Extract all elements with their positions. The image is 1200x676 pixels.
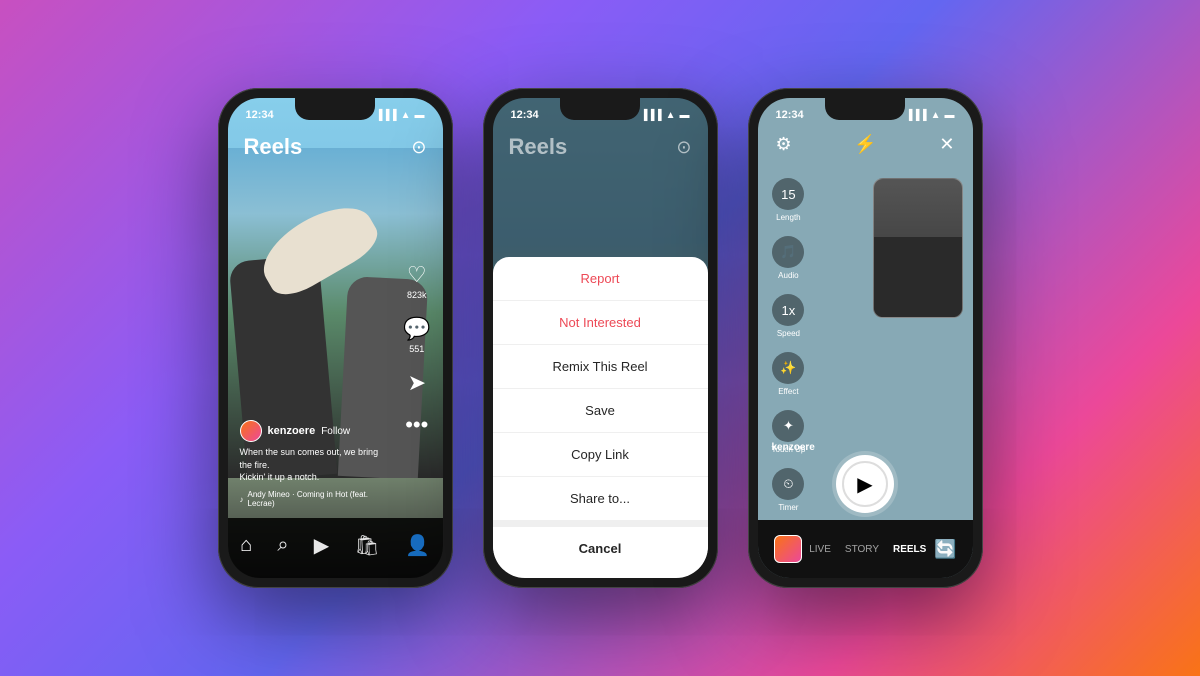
- status-time-1: 12:34: [246, 109, 274, 121]
- like-action[interactable]: ♡ 823k: [407, 262, 427, 300]
- comment-action[interactable]: 💬 551: [403, 316, 430, 354]
- follow-button[interactable]: Follow: [321, 426, 350, 437]
- flash-icon[interactable]: ⚡: [854, 134, 876, 155]
- preview-thumbnail: [873, 178, 963, 318]
- audio-control[interactable]: 🎵 Audio: [772, 236, 806, 280]
- phone-3-camera: 12:34 ▐▐▐ ▲ ▬ ⚙ ⚡ ✕ 15 Length 🎵 Audio: [748, 88, 983, 588]
- caption: When the sun comes out, we bring the fir…: [240, 446, 383, 484]
- reels-header-1: Reels ⊙: [228, 126, 443, 168]
- bottom-sheet: Report Not Interested Remix This Reel Sa…: [493, 257, 708, 578]
- sheet-copy-link[interactable]: Copy Link: [493, 433, 708, 477]
- speed-control[interactable]: 1x Speed: [772, 294, 806, 338]
- sheet-report[interactable]: Report: [493, 257, 708, 301]
- sheet-save[interactable]: Save: [493, 389, 708, 433]
- reels-header-2: Reels ⊙: [493, 126, 708, 168]
- length-circle: 15: [772, 178, 804, 210]
- nav-search-icon[interactable]: ⌕: [277, 534, 288, 557]
- audio-circle: 🎵: [772, 236, 804, 268]
- mode-reels[interactable]: REELS: [893, 544, 926, 555]
- shutter-inner: ▶: [842, 461, 888, 507]
- camera-header-3: ⚙ ⚡ ✕: [758, 126, 973, 163]
- camera-icon-2[interactable]: ⊙: [676, 137, 691, 158]
- music-note-icon: ♪: [240, 495, 244, 504]
- close-icon[interactable]: ✕: [939, 134, 954, 155]
- touchup-circle: ✦: [772, 410, 804, 442]
- length-control[interactable]: 15 Length: [772, 178, 806, 222]
- music-row: ♪ Andy Mineo · Coming in Hot (feat. Lecr…: [240, 490, 383, 508]
- username-1[interactable]: kenzoere: [268, 425, 316, 437]
- phone-1-reels-feed: 12:34 ▐▐▐ ▲ ▬ Reels ⊙ ♡ 823k 💬 551 ➤: [218, 88, 453, 588]
- phone-2-bottom-sheet: 12:34 ▐▐▐ ▲ ▬ Reels ⊙ Report Not Interes…: [483, 88, 718, 588]
- audio-label: Audio: [778, 271, 798, 280]
- heart-icon: ♡: [407, 262, 427, 288]
- nav-home-icon[interactable]: ⌂: [240, 534, 252, 557]
- nav-reels-icon[interactable]: ▶: [314, 533, 329, 558]
- status-time-3: 12:34: [776, 109, 804, 121]
- comment-count: 551: [409, 344, 424, 354]
- right-actions: ♡ 823k 💬 551 ➤ •••: [403, 262, 430, 438]
- more-action[interactable]: •••: [405, 412, 428, 438]
- status-icons-3: ▐▐▐ ▲ ▬: [905, 110, 954, 121]
- effect-circle: ✨: [772, 352, 804, 384]
- status-icons-1: ▐▐▐ ▲ ▬: [375, 110, 424, 121]
- mode-live[interactable]: LIVE: [809, 544, 831, 555]
- user-row: kenzoere Follow: [240, 420, 383, 442]
- music-info: Andy Mineo · Coming in Hot (feat. Lecrae…: [248, 490, 383, 508]
- status-icons-2: ▐▐▐ ▲ ▬: [640, 110, 689, 121]
- reels-title-1: Reels: [244, 134, 303, 160]
- sheet-not-interested[interactable]: Not Interested: [493, 301, 708, 345]
- reels-title-2: Reels: [509, 134, 568, 160]
- nav-profile-icon[interactable]: 👤: [405, 533, 430, 558]
- share-icon: ➤: [408, 370, 426, 396]
- notch-2: [560, 98, 640, 120]
- effect-control[interactable]: ✨ Effect: [772, 352, 806, 396]
- mode-options: LIVE STORY REELS: [809, 544, 926, 555]
- shutter-button[interactable]: ▶: [836, 455, 894, 513]
- bottom-nav-1: ⌂ ⌕ ▶ 🛍 👤: [228, 518, 443, 578]
- flip-camera-icon[interactable]: 🔄: [934, 539, 956, 560]
- shutter-area: ▶: [758, 455, 973, 513]
- speed-label: Speed: [777, 329, 800, 338]
- camera-icon-1[interactable]: ⊙: [411, 137, 426, 158]
- sheet-remix[interactable]: Remix This Reel: [493, 345, 708, 389]
- caption-line-2: Kickin' it up a notch.: [240, 471, 383, 484]
- effect-label: Effect: [778, 387, 798, 396]
- more-icon: •••: [405, 412, 428, 438]
- bottom-info: kenzoere Follow When the sun comes out, …: [240, 420, 383, 508]
- bottom-bar-3: LIVE STORY REELS 🔄: [758, 520, 973, 578]
- avatar: [240, 420, 262, 442]
- gallery-thumbnail[interactable]: [774, 535, 802, 563]
- reels-shutter-icon: ▶: [857, 472, 872, 497]
- nav-shop-icon[interactable]: 🛍: [354, 533, 379, 558]
- comment-icon: 💬: [403, 316, 430, 342]
- share-action[interactable]: ➤: [408, 370, 426, 396]
- speed-circle: 1x: [772, 294, 804, 326]
- settings-icon[interactable]: ⚙: [776, 134, 792, 155]
- shoe-visual: [251, 192, 385, 304]
- status-time-2: 12:34: [511, 109, 539, 121]
- username-3: kenzoere: [772, 442, 815, 453]
- notch-1: [295, 98, 375, 120]
- notch-3: [825, 98, 905, 120]
- like-count: 823k: [407, 290, 427, 300]
- length-label: Length: [776, 213, 800, 222]
- mode-story[interactable]: STORY: [845, 544, 879, 555]
- caption-line-1: When the sun comes out, we bring the fir…: [240, 446, 383, 471]
- sheet-share-to[interactable]: Share to...: [493, 477, 708, 521]
- sheet-cancel[interactable]: Cancel: [493, 521, 708, 570]
